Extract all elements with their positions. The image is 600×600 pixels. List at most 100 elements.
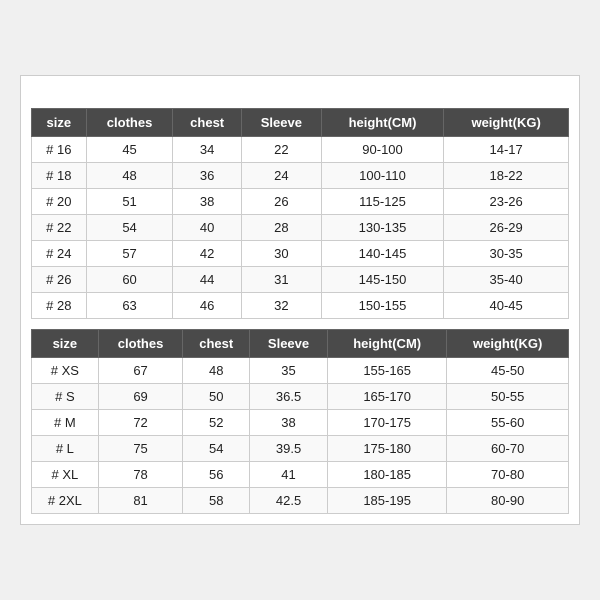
- size-chart-card: sizeclotheschestSleeveheight(CM)weight(K…: [20, 75, 580, 525]
- table-cell: 38: [173, 189, 241, 215]
- table-cell: 48: [86, 163, 173, 189]
- table-row: # M725238170-17555-60: [32, 410, 569, 436]
- table-cell: 58: [183, 488, 250, 514]
- table-cell: 35: [250, 358, 328, 384]
- table-row: # XS674835155-16545-50: [32, 358, 569, 384]
- table-cell: 54: [86, 215, 173, 241]
- table-cell: 81: [98, 488, 183, 514]
- table-cell: 80-90: [447, 488, 569, 514]
- table-cell: 70-80: [447, 462, 569, 488]
- table-cell: 45: [86, 137, 173, 163]
- table-cell: 100-110: [321, 163, 443, 189]
- size-table-1: sizeclotheschestSleeveheight(CM)weight(K…: [31, 108, 569, 319]
- column-header: height(CM): [328, 330, 447, 358]
- table-cell: 69: [98, 384, 183, 410]
- table-cell: 38: [250, 410, 328, 436]
- column-header: size: [32, 330, 99, 358]
- table-cell: 60-70: [447, 436, 569, 462]
- table-cell: 130-135: [321, 215, 443, 241]
- table-row: # 20513826115-12523-26: [32, 189, 569, 215]
- table-cell: 36: [173, 163, 241, 189]
- table-cell: 52: [183, 410, 250, 436]
- table-cell: 23-26: [444, 189, 569, 215]
- column-header: height(CM): [321, 109, 443, 137]
- table-cell: 57: [86, 241, 173, 267]
- table-cell: # 24: [32, 241, 87, 267]
- table-row: # S695036.5165-17050-55: [32, 384, 569, 410]
- table-row: # 24574230140-14530-35: [32, 241, 569, 267]
- table-cell: 39.5: [250, 436, 328, 462]
- table-row: # 1645342290-10014-17: [32, 137, 569, 163]
- table-cell: 18-22: [444, 163, 569, 189]
- table-cell: 30: [241, 241, 321, 267]
- table-row: # 18483624100-11018-22: [32, 163, 569, 189]
- column-header: size: [32, 109, 87, 137]
- table-cell: 41: [250, 462, 328, 488]
- column-header: weight(KG): [447, 330, 569, 358]
- table-row: # 28634632150-15540-45: [32, 293, 569, 319]
- table-cell: 45-50: [447, 358, 569, 384]
- table-cell: 63: [86, 293, 173, 319]
- column-header: clothes: [98, 330, 183, 358]
- table-cell: 48: [183, 358, 250, 384]
- table-cell: 40-45: [444, 293, 569, 319]
- table-cell: 51: [86, 189, 173, 215]
- table-cell: # 26: [32, 267, 87, 293]
- table-cell: 31: [241, 267, 321, 293]
- table-cell: # 16: [32, 137, 87, 163]
- table-cell: # 22: [32, 215, 87, 241]
- table-cell: 30-35: [444, 241, 569, 267]
- table-divider: [31, 319, 569, 329]
- table-row: # XL785641180-18570-80: [32, 462, 569, 488]
- table-cell: 170-175: [328, 410, 447, 436]
- table-cell: 50-55: [447, 384, 569, 410]
- table-cell: # XL: [32, 462, 99, 488]
- table-cell: 56: [183, 462, 250, 488]
- table-cell: 24: [241, 163, 321, 189]
- table-cell: 67: [98, 358, 183, 384]
- table-cell: 72: [98, 410, 183, 436]
- table-cell: 44: [173, 267, 241, 293]
- column-header: clothes: [86, 109, 173, 137]
- table-cell: # XS: [32, 358, 99, 384]
- table-cell: 78: [98, 462, 183, 488]
- table-cell: # S: [32, 384, 99, 410]
- table-cell: 115-125: [321, 189, 443, 215]
- table-cell: 175-180: [328, 436, 447, 462]
- table-cell: 165-170: [328, 384, 447, 410]
- table-cell: # L: [32, 436, 99, 462]
- table-cell: 55-60: [447, 410, 569, 436]
- table-cell: # M: [32, 410, 99, 436]
- chart-title: [31, 86, 569, 108]
- table-cell: 75: [98, 436, 183, 462]
- table-row: # L755439.5175-18060-70: [32, 436, 569, 462]
- table-cell: 40: [173, 215, 241, 241]
- table-cell: 22: [241, 137, 321, 163]
- size-table-2: sizeclotheschestSleeveheight(CM)weight(K…: [31, 329, 569, 514]
- table-cell: 150-155: [321, 293, 443, 319]
- table-row: # 2XL815842.5185-19580-90: [32, 488, 569, 514]
- table-cell: 145-150: [321, 267, 443, 293]
- table-cell: 50: [183, 384, 250, 410]
- column-header: chest: [173, 109, 241, 137]
- column-header: Sleeve: [250, 330, 328, 358]
- table-cell: 26-29: [444, 215, 569, 241]
- table-cell: 36.5: [250, 384, 328, 410]
- table-cell: # 18: [32, 163, 87, 189]
- column-header: weight(KG): [444, 109, 569, 137]
- column-header: chest: [183, 330, 250, 358]
- table-cell: 180-185: [328, 462, 447, 488]
- table-cell: 34: [173, 137, 241, 163]
- table-cell: 60: [86, 267, 173, 293]
- table-cell: 42: [173, 241, 241, 267]
- table-cell: 32: [241, 293, 321, 319]
- table-cell: 35-40: [444, 267, 569, 293]
- table-row: # 26604431145-15035-40: [32, 267, 569, 293]
- table-cell: 28: [241, 215, 321, 241]
- table-cell: # 20: [32, 189, 87, 215]
- table-cell: 42.5: [250, 488, 328, 514]
- table-cell: 90-100: [321, 137, 443, 163]
- table-row: # 22544028130-13526-29: [32, 215, 569, 241]
- table-cell: 14-17: [444, 137, 569, 163]
- table-cell: 155-165: [328, 358, 447, 384]
